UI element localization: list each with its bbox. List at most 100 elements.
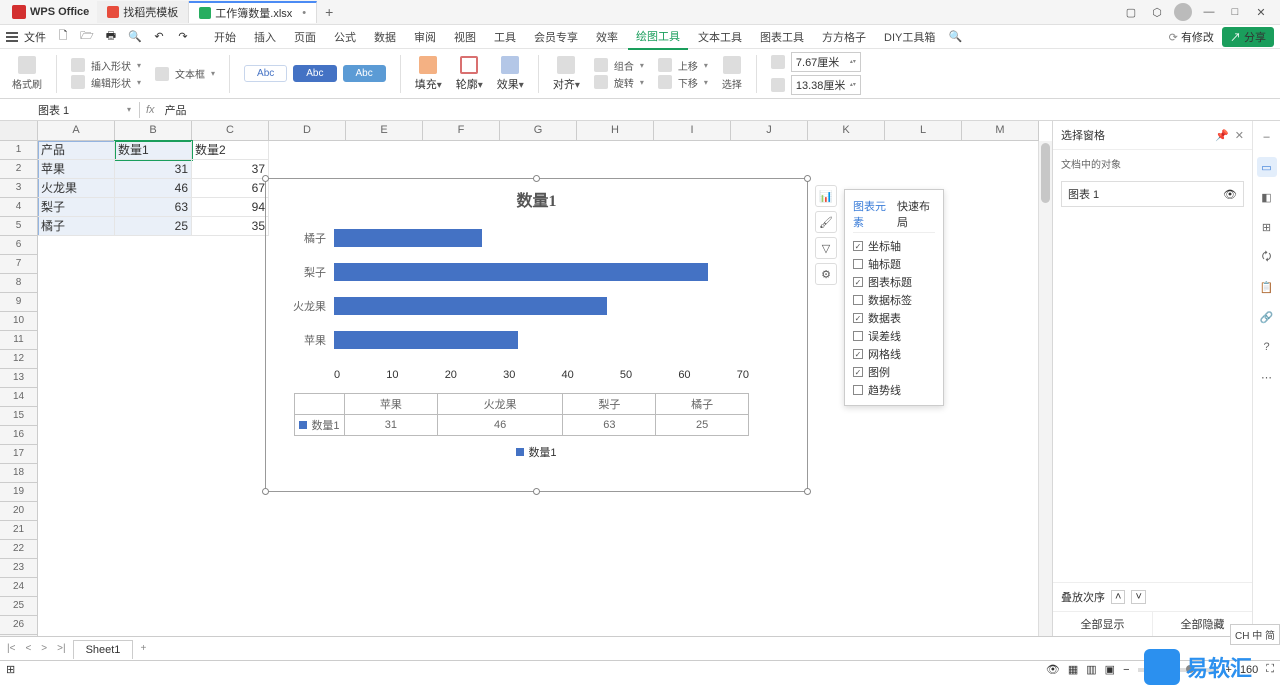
menu-tab-data[interactable]: 数据 [366,25,404,49]
cell[interactable]: 35 [192,217,269,236]
chart-element-option[interactable]: ✓数据表 [853,309,935,327]
row-header[interactable]: 24 [0,578,38,597]
format-painter-group[interactable]: 格式刷 [8,56,46,91]
bar-rect[interactable] [334,263,708,281]
ime-indicator[interactable]: CH 中 简 [1230,624,1280,645]
pin-icon[interactable]: 📌 [1215,129,1229,142]
cell[interactable]: 37 [192,160,269,179]
insert-shape-button[interactable]: 插入形状▾ [67,58,145,73]
row-header[interactable]: 12 [0,350,38,369]
chart-filter-button[interactable]: ▽ [815,237,837,259]
close-button[interactable]: ✕ [1252,3,1270,21]
checkbox[interactable]: ✓ [853,313,863,323]
file-menu[interactable]: 文件 [24,29,46,45]
cell[interactable]: 94 [192,198,269,217]
view-normal-icon[interactable]: 👁 [1046,663,1060,676]
row-header[interactable]: 8 [0,274,38,293]
object-item[interactable]: 图表 1 👁 [1061,181,1244,207]
undo-icon[interactable]: ↶ [152,30,166,44]
redo-icon[interactable]: ↷ [176,30,190,44]
col-header[interactable]: F [423,121,500,141]
menu-tab-text[interactable]: 文本工具 [690,25,750,49]
window-hex-icon[interactable]: ⬡ [1148,3,1166,21]
clipboard-icon[interactable]: 📋 [1257,277,1277,297]
row-header[interactable]: 21 [0,521,38,540]
chart-element-option[interactable]: ✓图表标题 [853,273,935,291]
row-header[interactable]: 17 [0,445,38,464]
bar-rect[interactable] [334,229,482,247]
order-down-icon[interactable]: ˅ [1131,590,1145,604]
row-header[interactable]: 14 [0,388,38,407]
row-header[interactable]: 16 [0,426,38,445]
cell[interactable]: 46 [115,179,192,198]
new-icon[interactable]: 🗋 [56,30,70,44]
effect-button[interactable]: 效果▾ [493,56,528,92]
sheet-first-icon[interactable]: |< [4,643,18,654]
share-button[interactable]: ↗ 分享 [1222,27,1274,47]
row-header[interactable]: 23 [0,559,38,578]
backup-icon[interactable]: 🗘 [1257,247,1277,267]
row-header[interactable]: 15 [0,407,38,426]
row-header[interactable]: 4 [0,198,38,217]
cell[interactable]: 63 [115,198,192,217]
checkbox[interactable]: ✓ [853,349,863,359]
changes-indicator[interactable]: ⟳ 有修改 [1169,29,1214,45]
tab-add-button[interactable]: + [317,4,341,20]
row-header[interactable]: 26 [0,616,38,635]
chart-elements-button[interactable]: 📊 [815,185,837,207]
resize-handle[interactable] [262,488,269,495]
row-header[interactable]: 10 [0,312,38,331]
doc-tab-templates[interactable]: 找稻壳模板 [97,1,189,23]
menu-tab-page[interactable]: 页面 [286,25,324,49]
cell[interactable]: 数量1 [115,141,192,160]
menu-tab-insert[interactable]: 插入 [246,25,284,49]
checkbox[interactable] [853,259,863,269]
chart-selection[interactable]: 数量1 橘子梨子火龙果苹果 010203040506070 苹果火龙果梨子橘子数… [265,178,808,492]
row-header[interactable]: 5 [0,217,38,236]
cell[interactable]: 67 [192,179,269,198]
chart-style-button[interactable]: 🖌 [815,211,837,233]
user-avatar[interactable] [1174,3,1192,21]
col-header[interactable]: M [962,121,1039,141]
row-header[interactable]: 20 [0,502,38,521]
style-icon[interactable]: ◧ [1257,187,1277,207]
vertical-scrollbar[interactable] [1038,141,1052,636]
row-header[interactable]: 7 [0,255,38,274]
fullscreen-icon[interactable]: ⛶ [1266,663,1274,676]
resize-handle[interactable] [804,488,811,495]
menu-icon[interactable] [6,32,18,42]
zoom-in-icon[interactable]: + [1226,664,1232,676]
cell[interactable]: 25 [115,217,192,236]
show-all-button[interactable]: 全部显示 [1053,612,1153,636]
search-icon[interactable]: 🔍 [945,30,965,43]
resize-handle[interactable] [262,175,269,182]
chart-element-option[interactable]: ✓图例 [853,363,935,381]
row-header[interactable]: 2 [0,160,38,179]
checkbox[interactable]: ✓ [853,367,863,377]
textbox-button[interactable]: 文本框▾ [151,66,219,81]
menu-tab-start[interactable]: 开始 [206,25,244,49]
quick-layout-tab[interactable]: 快速布局 [897,196,935,232]
row-header[interactable]: 25 [0,597,38,616]
chart-title[interactable]: 数量1 [274,187,799,211]
view-read-icon[interactable]: ▣ [1105,663,1115,676]
menu-tab-efficiency[interactable]: 效率 [588,25,626,49]
help-icon[interactable]: ? [1257,337,1277,357]
menu-tab-ffgz[interactable]: 方方格子 [814,25,874,49]
chart-element-option[interactable]: ✓坐标轴 [853,237,935,255]
link-icon[interactable]: 🔗 [1257,307,1277,327]
selection-pane-button[interactable]: 选择 [718,56,746,91]
name-box[interactable]: 图表 1▾ [30,102,140,118]
row-header[interactable]: 22 [0,540,38,559]
cell[interactable]: 产品 [38,141,115,160]
column-headers[interactable]: ABCDEFGHIJKLM [38,121,1039,141]
select-all-corner[interactable] [0,121,38,141]
cell[interactable]: 31 [115,160,192,179]
maximize-button[interactable]: □ [1226,3,1244,21]
chart-element-option[interactable]: 数据标签 [853,291,935,309]
checkbox[interactable] [853,331,863,341]
cell[interactable]: 数量2 [192,141,269,160]
fx-icon[interactable]: fx [140,104,161,116]
formula-value[interactable]: 产品 [161,102,191,118]
row-header[interactable]: 13 [0,369,38,388]
